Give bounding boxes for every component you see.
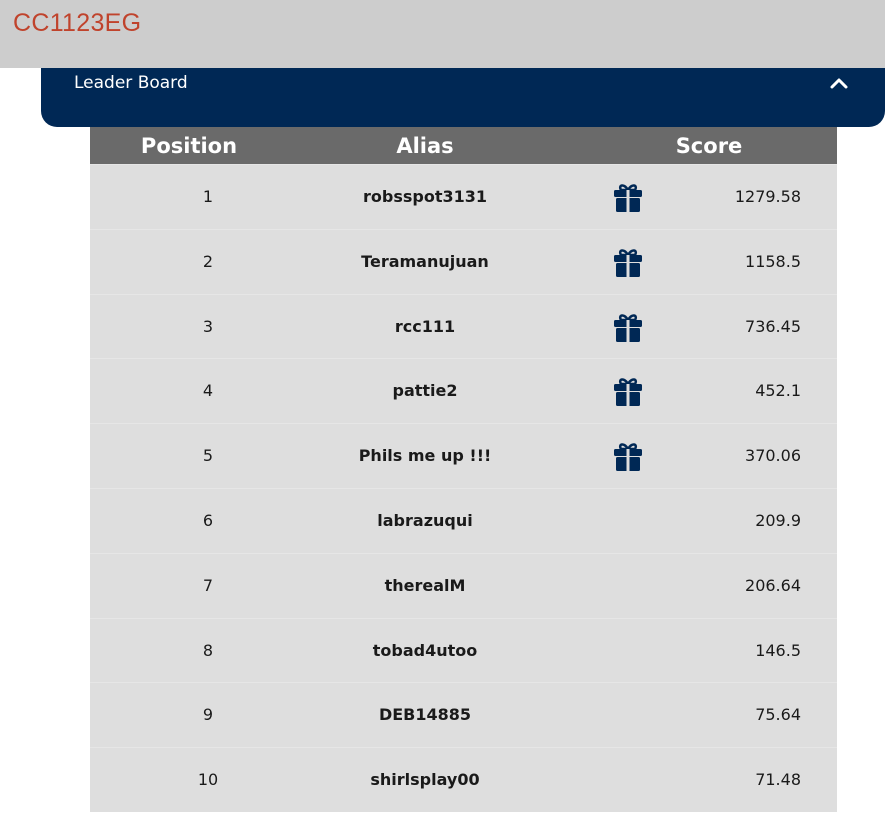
column-header-score: Score [675, 134, 743, 158]
table-row: 5 Phils me up !!! 370.06 [90, 423, 837, 488]
leaderboard-panel-header[interactable]: Leader Board [41, 68, 885, 127]
alias-cell: shirlsplay00 [370, 770, 480, 790]
position-cell: 5 [202, 446, 214, 466]
table-row: 8 tobad4utoo 146.5 [90, 617, 837, 683]
position-cell: 7 [202, 575, 214, 595]
table-row: 7 therealM 206.64 [90, 552, 837, 618]
score-cell: 1279.58 [734, 187, 801, 206]
chevron-up-icon[interactable] [829, 74, 849, 94]
position-cell: 10 [197, 770, 219, 790]
table-body: 1 robsspot3131 1279.58 2 Teramanujuan 1158.5 3… [90, 164, 837, 812]
gift-icon[interactable] [612, 248, 644, 278]
score-cell: 206.64 [745, 575, 801, 595]
top-bar: CC1123EG [0, 0, 885, 68]
gift-icon[interactable] [612, 377, 644, 407]
column-header-alias: Alias [396, 134, 454, 158]
table-row: 2 Teramanujuan 1158.5 [90, 228, 837, 294]
score-cell: 75.64 [755, 705, 801, 725]
alias-cell: labrazuqui [377, 510, 473, 530]
alias-cell: Phils me up !!! [358, 446, 492, 466]
position-cell: 1 [202, 187, 214, 206]
alias-cell: robsspot3131 [362, 187, 487, 206]
position-cell: 2 [202, 251, 214, 271]
score-cell: 1158.5 [745, 251, 801, 271]
table-row: 4 pattie2 452.1 [90, 358, 837, 424]
alias-cell: pattie2 [392, 381, 458, 401]
score-cell: 370.06 [745, 446, 801, 466]
score-cell: 71.48 [755, 770, 801, 790]
app-code: CC1123EG [13, 9, 142, 37]
gift-icon[interactable] [612, 183, 644, 213]
position-cell: 8 [202, 640, 214, 660]
position-cell: 4 [202, 381, 214, 401]
gift-icon[interactable] [612, 442, 644, 472]
table-header: Position Alias Score [90, 127, 837, 164]
position-cell: 6 [202, 510, 214, 530]
alias-cell: Teramanujuan [361, 251, 489, 271]
table-row: 3 rcc111 736.45 [90, 293, 837, 359]
alias-cell: rcc111 [394, 316, 456, 336]
alias-cell: therealM [384, 575, 466, 595]
alias-cell: tobad4utoo [372, 640, 478, 660]
alias-cell: DEB14885 [378, 705, 472, 725]
table-row: 9 DEB14885 75.64 [90, 682, 837, 748]
position-cell: 9 [202, 705, 214, 725]
leaderboard-table: Position Alias Score 1 robsspot3131 1279.5… [90, 127, 837, 812]
table-row: 10 shirlsplay00 71.48 [90, 747, 837, 812]
score-cell: 452.1 [755, 381, 801, 401]
column-header-position: Position [140, 134, 238, 158]
score-cell: 736.45 [745, 316, 801, 336]
score-cell: 209.9 [755, 510, 801, 530]
table-row: 6 labrazuqui 209.9 [90, 487, 837, 553]
score-cell: 146.5 [755, 640, 801, 660]
panel-title: Leader Board [74, 73, 188, 93]
table-row: 1 robsspot3131 1279.58 [90, 164, 837, 229]
position-cell: 3 [202, 316, 214, 336]
gift-icon[interactable] [612, 313, 644, 343]
